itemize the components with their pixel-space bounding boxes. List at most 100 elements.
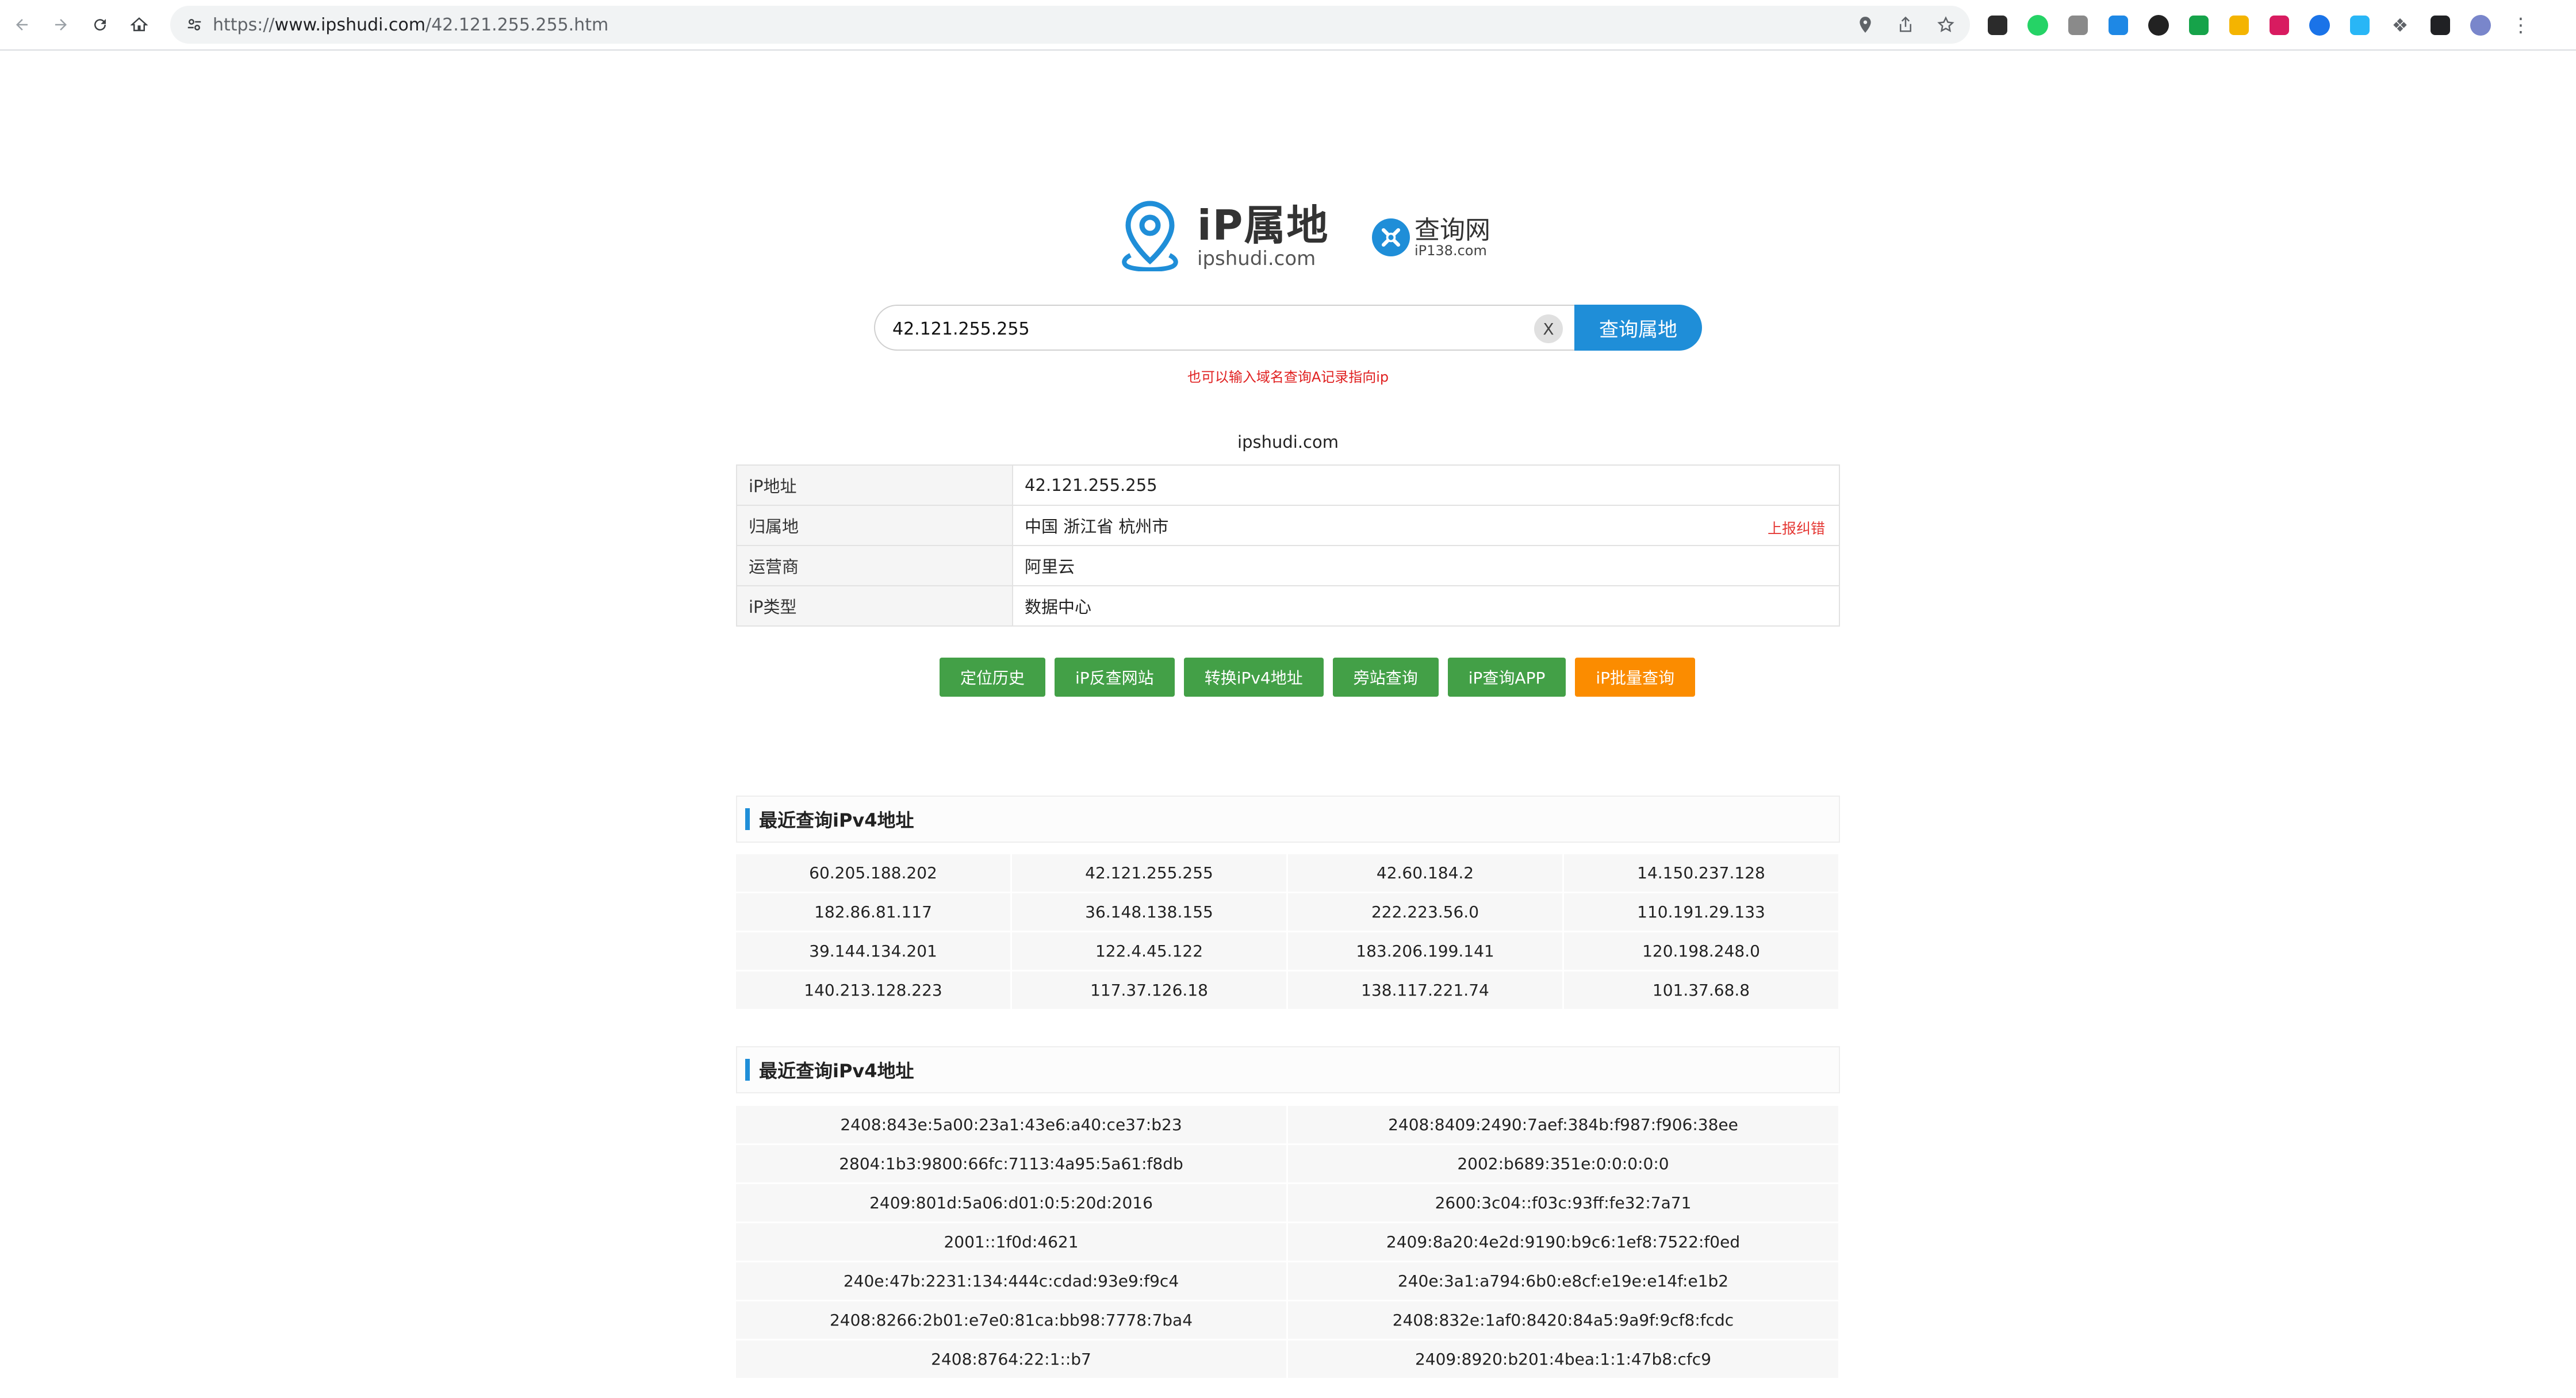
recent-ip-link[interactable]: 2408:843e:5a00:23a1:43e6:a40:ce37:b23 bbox=[736, 1106, 1288, 1145]
action-button-5[interactable]: iP批量查询 bbox=[1575, 658, 1696, 697]
info-value: 数据中心 bbox=[1025, 597, 1092, 617]
share-icon[interactable] bbox=[1894, 13, 1917, 36]
logo-title: iP属地 bbox=[1197, 201, 1329, 249]
info-row: iP地址 42.121.255.255 bbox=[736, 464, 1840, 506]
recent-ip-link[interactable]: 2408:8764:22:1::b7 bbox=[736, 1341, 1288, 1380]
location-pin-icon[interactable] bbox=[1854, 13, 1877, 36]
action-button-1[interactable]: iP反查网站 bbox=[1055, 658, 1175, 697]
yellow-extension-icon[interactable] bbox=[2225, 11, 2253, 39]
url-scheme: https:// bbox=[213, 14, 275, 35]
recent-ip-link[interactable]: 2408:832e:1af0:8420:84a5:9a9f:9cf8:fcdc bbox=[1288, 1301, 1840, 1341]
recent-ip-link[interactable]: 2002:b689:351e:0:0:0:0:0 bbox=[1288, 1145, 1840, 1184]
recent-ip-link[interactable]: 42.60.184.2 bbox=[1288, 854, 1564, 893]
recent-ip-link[interactable]: 36.148.138.155 bbox=[1012, 893, 1288, 932]
info-key: iP类型 bbox=[736, 585, 1013, 627]
recent-ip-link[interactable]: 2408:8409:2490:7aef:384b:f987:f906:38ee bbox=[1288, 1106, 1840, 1145]
ip138-title: 查询网 bbox=[1414, 216, 1490, 245]
recent-ip-link[interactable]: 2408:8266:2b01:e7e0:81ca:bb98:7778:7ba4 bbox=[736, 1301, 1288, 1341]
sidepanel-icon-glyph bbox=[2431, 16, 2450, 35]
recent-ip-link[interactable]: 2409:8920:b201:4bea:1:1:47b8:cfc9 bbox=[1288, 1341, 1840, 1380]
recent-ip-link[interactable]: 240e:47b:2231:134:444c:cdad:93e9:f9c4 bbox=[736, 1262, 1288, 1301]
recent-ip-link[interactable]: 183.206.199.141 bbox=[1288, 932, 1564, 971]
ip138-logo[interactable]: 查询网 iP138.com bbox=[1372, 217, 1490, 258]
action-button-4[interactable]: iP查询APP bbox=[1447, 658, 1566, 697]
bookmark-star-icon[interactable] bbox=[1934, 13, 1957, 36]
recent-ip-link[interactable]: 101.37.68.8 bbox=[1564, 971, 1840, 1011]
bird-extension-icon-glyph bbox=[2350, 16, 2370, 35]
whatsapp-extension-icon[interactable] bbox=[2024, 11, 2052, 39]
recent-ip-link[interactable]: 2804:1b3:9800:66fc:7113:4a95:5a61:f8db bbox=[736, 1145, 1288, 1184]
puzzle-extension-icon-glyph: ❖ bbox=[2391, 14, 2409, 36]
blue-circle-extension-icon[interactable] bbox=[2306, 11, 2333, 39]
menu-dots-icon-glyph: ⋮ bbox=[2511, 14, 2531, 37]
action-button-2[interactable]: 转换iPv4地址 bbox=[1183, 658, 1324, 697]
sidepanel-icon[interactable] bbox=[2426, 11, 2454, 39]
info-value-cell: 42.121.255.255 bbox=[1012, 464, 1840, 506]
forward-icon[interactable] bbox=[45, 9, 77, 41]
address-url[interactable]: https://www.ipshudi.com/42.121.255.255.h… bbox=[213, 15, 608, 35]
query-button[interactable]: 查询属地 bbox=[1574, 305, 1702, 351]
recent-ip-link[interactable]: 14.150.237.128 bbox=[1564, 854, 1840, 893]
x-extension-icon[interactable] bbox=[1984, 11, 2011, 39]
ip-search-input[interactable] bbox=[891, 312, 1526, 346]
translate-extension-icon[interactable] bbox=[2104, 11, 2132, 39]
back-icon[interactable] bbox=[6, 9, 38, 41]
recent-ip-link[interactable]: 182.86.81.117 bbox=[736, 893, 1012, 932]
address-bar[interactable]: https://www.ipshudi.com/42.121.255.255.h… bbox=[170, 6, 1970, 44]
action-button-3[interactable]: 旁站查询 bbox=[1332, 658, 1439, 697]
recent-ip-link[interactable]: 110.191.29.133 bbox=[1564, 893, 1840, 932]
page-body: iP属地 ipshudi.com 查询网 iP138.com X 查询属地 也可… bbox=[0, 52, 2576, 1398]
info-key: 归属地 bbox=[736, 505, 1013, 546]
reload-icon[interactable] bbox=[84, 9, 116, 41]
recent-ip-link[interactable]: 39.144.134.201 bbox=[736, 932, 1012, 971]
recent-ip-link[interactable]: 138.117.221.74 bbox=[1288, 971, 1564, 1011]
ip138-badge-icon bbox=[1372, 218, 1410, 256]
recent-ip-link[interactable]: 122.4.45.122 bbox=[1012, 932, 1288, 971]
translate-extension-icon-glyph bbox=[2109, 16, 2128, 35]
info-value: 阿里云 bbox=[1025, 557, 1075, 577]
search-box: X bbox=[874, 305, 1575, 351]
ip-info-table: iP地址 42.121.255.255 归属地 中国 浙江省 杭州市 上报纠错运营商 阿里… bbox=[736, 464, 1840, 627]
green-square-extension-icon[interactable] bbox=[2185, 11, 2213, 39]
red-badge-extension-icon[interactable] bbox=[2145, 11, 2172, 39]
recent-ip-link[interactable]: 240e:3a1:a794:6b0:e8cf:e19e:e14f:e1b2 bbox=[1288, 1262, 1840, 1301]
section-accent-bar bbox=[745, 808, 750, 830]
info-row: 运营商 阿里云 bbox=[736, 545, 1840, 586]
action-button-0[interactable]: 定位历史 bbox=[940, 658, 1046, 697]
ipshudi-logo[interactable]: iP属地 ipshudi.com bbox=[1119, 200, 1329, 271]
menu-dots-icon[interactable]: ⋮ bbox=[2507, 11, 2535, 39]
result-site-label: ipshudi.com bbox=[1237, 432, 1339, 452]
yellow-extension-icon-glyph bbox=[2229, 16, 2249, 35]
info-value: 中国 浙江省 杭州市 bbox=[1025, 517, 1169, 536]
logo-area: iP属地 ipshudi.com 查询网 iP138.com bbox=[1119, 200, 1521, 281]
recent-ip-link[interactable]: 60.205.188.202 bbox=[736, 854, 1012, 893]
recent-ip-link[interactable]: 42.121.255.255 bbox=[1012, 854, 1288, 893]
info-key: iP地址 bbox=[736, 464, 1013, 506]
recent-ip-link[interactable]: 2001::1f0d:4621 bbox=[736, 1223, 1288, 1262]
info-row: 归属地 中国 浙江省 杭州市 上报纠错 bbox=[736, 505, 1840, 546]
info-value-cell: 阿里云 bbox=[1012, 545, 1840, 586]
site-settings-icon[interactable] bbox=[183, 13, 206, 36]
info-row: iP类型 数据中心 bbox=[736, 585, 1840, 627]
recent-ip-link[interactable]: 120.198.248.0 bbox=[1564, 932, 1840, 971]
puzzle-extension-icon[interactable]: ❖ bbox=[2386, 11, 2414, 39]
camera-extension-icon[interactable] bbox=[2064, 11, 2092, 39]
browser-toolbar: https://www.ipshudi.com/42.121.255.255.h… bbox=[0, 0, 2576, 51]
info-value: 42.121.255.255 bbox=[1025, 475, 1157, 495]
location-pin-logo-icon bbox=[1122, 201, 1178, 271]
profile-avatar-icon[interactable] bbox=[2467, 11, 2494, 39]
recent-ip-link[interactable]: 222.223.56.0 bbox=[1288, 893, 1564, 932]
red-badge-extension-icon-glyph bbox=[2148, 15, 2169, 36]
home-icon[interactable] bbox=[123, 9, 155, 41]
report-error-link[interactable]: 上报纠错 bbox=[1768, 517, 1825, 538]
recent-ip-link[interactable]: 140.213.128.223 bbox=[736, 971, 1012, 1011]
pink-extension-icon-glyph bbox=[2270, 16, 2289, 35]
pink-extension-icon[interactable] bbox=[2266, 11, 2293, 39]
recent-ip-link[interactable]: 2409:8a20:4e2d:9190:b9c6:1ef8:7522:f0ed bbox=[1288, 1223, 1840, 1262]
section-accent-bar bbox=[745, 1059, 750, 1081]
recent-ip-link[interactable]: 2600:3c04::f03c:93ff:fe32:7a71 bbox=[1288, 1184, 1840, 1223]
recent-ip-link[interactable]: 2409:801d:5a06:d01:0:5:20d:2016 bbox=[736, 1184, 1288, 1223]
recent-ip-link[interactable]: 117.37.126.18 bbox=[1012, 971, 1288, 1011]
clear-search-button[interactable]: X bbox=[1534, 314, 1563, 343]
bird-extension-icon[interactable] bbox=[2346, 11, 2374, 39]
